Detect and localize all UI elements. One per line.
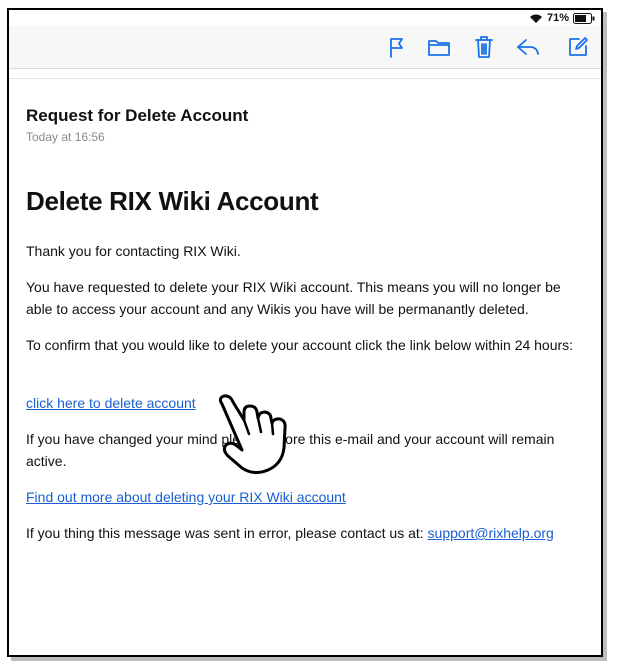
email-paragraph-confirm: To confirm that you would like to delete… <box>26 337 574 353</box>
mail-window: 71% Request for Delete Account Today at … <box>7 8 603 657</box>
contact-text: If you thing this message was sent in er… <box>26 525 428 541</box>
battery-icon <box>573 12 595 24</box>
email-subject: Request for Delete Account <box>26 106 249 125</box>
delete-link-row: click here to delete account <box>26 392 586 414</box>
email-paragraph-thanks: Thank you for contacting RIX Wiki. <box>26 243 241 259</box>
email-paragraph-contact: If you thing this message was sent in er… <box>26 522 586 544</box>
find-out-more-link[interactable]: Find out more about deleting your RIX Wi… <box>26 489 346 505</box>
email-heading: Delete RIX Wiki Account <box>26 186 319 216</box>
status-bar: 71% <box>529 10 595 26</box>
reply-icon[interactable] <box>515 34 541 60</box>
folder-icon[interactable] <box>426 34 452 60</box>
info-link-row: Find out more about deleting your RIX Wi… <box>26 486 586 508</box>
email-paragraph-changed-mind: If you have changed your mind please ign… <box>26 431 555 469</box>
header-divider <box>9 78 601 79</box>
delete-account-link[interactable]: click here to delete account <box>26 395 196 411</box>
wifi-icon <box>529 13 543 24</box>
compose-icon[interactable] <box>565 34 591 60</box>
battery-percent: 71% <box>546 12 569 24</box>
email-paragraph-request: You have requested to delete your RIX Wi… <box>26 279 561 317</box>
flag-icon[interactable] <box>384 34 410 60</box>
support-email-link[interactable]: support@rixhelp.org <box>428 525 554 541</box>
trash-icon[interactable] <box>471 34 497 60</box>
email-date: Today at 16:56 <box>26 130 105 144</box>
mail-toolbar <box>9 26 601 69</box>
